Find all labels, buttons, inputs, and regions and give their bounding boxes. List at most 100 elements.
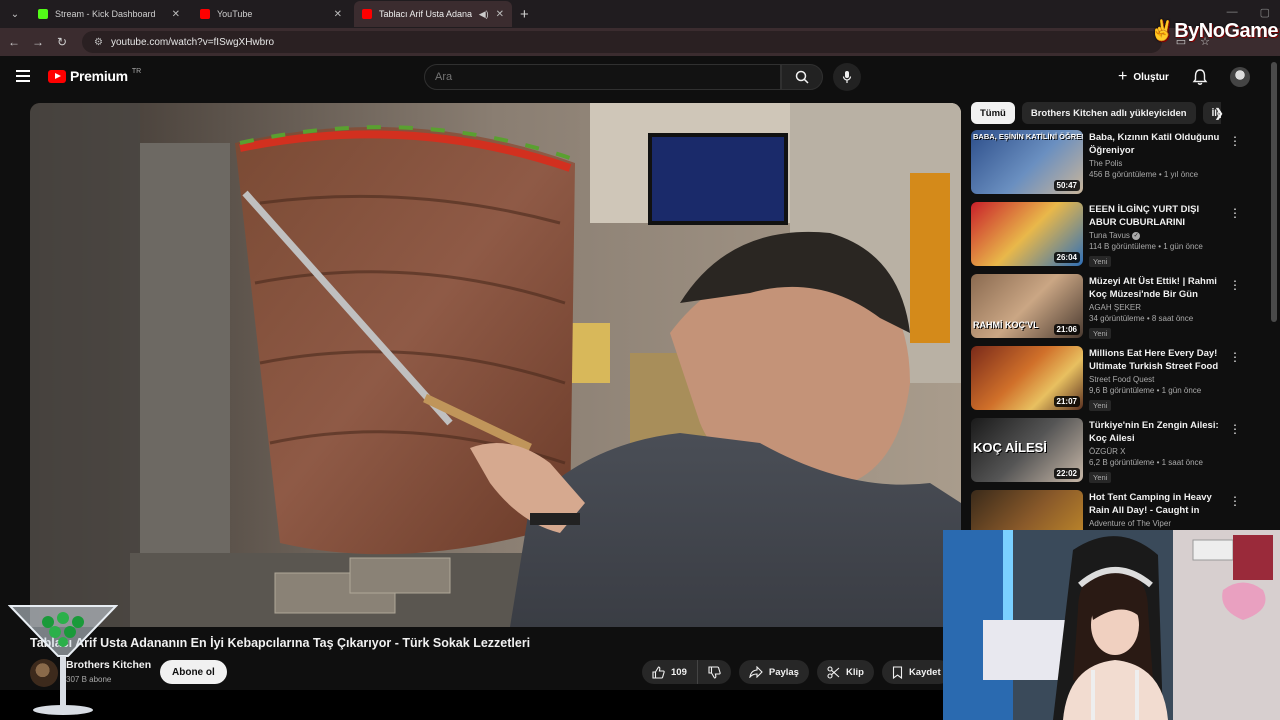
mic-icon — [842, 71, 852, 83]
cocktail-glass-overlay — [8, 605, 118, 715]
list-item[interactable]: KOÇ AİLESİ 22:02 Türkiye'nin En Zengin A… — [971, 418, 1251, 490]
duration-badge: 22:02 — [1053, 468, 1080, 479]
chevron-right-icon[interactable]: ❯ — [1214, 106, 1224, 120]
video-thumbnail[interactable]: BABA, EŞİNİN KATİLİNİ ÖĞRENİYOR 50:47 — [971, 130, 1083, 194]
video-title[interactable]: Millions Eat Here Every Day! Ultimate Tu… — [1089, 347, 1225, 373]
tab-kick-dashboard[interactable]: Stream - Kick Dashboard ✕ — [30, 1, 188, 27]
video-title[interactable]: Hot Tent Camping in Heavy Rain All Day! … — [1089, 491, 1225, 517]
video-meta: Müzeyi Alt Üst Ettik! | Rahmi Koç Müzesi… — [1089, 275, 1225, 341]
subscribe-button[interactable]: Abone ol — [160, 660, 227, 684]
video-meta: Türkiye'nin En Zengin Ailesi: Koç Ailesi… — [1089, 419, 1225, 485]
chip-from-uploader[interactable]: Brothers Kitchen adlı yükleyiciden — [1021, 102, 1196, 124]
video-stats: 456 B görüntüleme • 1 yıl önce — [1089, 170, 1199, 179]
list-item[interactable]: 21:07 Millions Eat Here Every Day! Ultim… — [971, 346, 1251, 418]
video-thumbnail[interactable]: 26:04 — [971, 202, 1083, 266]
tab-title: Stream - Kick Dashboard — [55, 9, 156, 19]
search-button[interactable] — [781, 64, 823, 90]
logo-text: Premium — [70, 68, 128, 84]
more-options-icon[interactable]: ⋮ — [1229, 422, 1241, 436]
arrow-right-icon[interactable]: → — [26, 35, 50, 49]
tab-youtube[interactable]: YouTube ✕ — [192, 1, 350, 27]
thumbnail-caption: KOÇ AİLESİ — [973, 440, 1047, 455]
video-channel[interactable]: The Polis — [1089, 159, 1225, 168]
new-tab-button[interactable]: + — [520, 6, 529, 23]
video-thumbnail[interactable]: 21:07 — [971, 346, 1083, 410]
site-info-icon[interactable]: ⚙ — [94, 37, 103, 48]
tab-current-video[interactable]: Tablacı Arif Usta Adananın E ◀) ✕ — [354, 1, 512, 27]
close-icon[interactable]: ✕ — [172, 9, 180, 20]
video-meta: Baba, Kızının Katil Olduğunu Öğreniyor T… — [1089, 131, 1225, 179]
more-options-icon[interactable]: ⋮ — [1229, 350, 1241, 364]
video-channel[interactable]: ÖZGÜR X — [1089, 447, 1225, 456]
chip-all[interactable]: Tümü — [971, 102, 1015, 124]
duration-badge: 21:07 — [1053, 396, 1080, 407]
video-thumbnail[interactable]: RAHMİ KOÇ'VL 21:06 — [971, 274, 1083, 338]
share-button[interactable]: Paylaş — [738, 660, 809, 684]
browser-tab-bar: ⌄ Stream - Kick Dashboard ✕ YouTube ✕ Ta… — [0, 0, 1280, 28]
list-item[interactable]: BABA, EŞİNİN KATİLİNİ ÖĞRENİYOR 50:47 Ba… — [971, 130, 1251, 202]
close-icon[interactable]: ✕ — [334, 9, 342, 20]
video-meta: EEEN İLGİNÇ YURT DIŞI ABUR CUBURLARINI D… — [1089, 203, 1225, 269]
video-channel[interactable]: Tuna Tavus ✓ — [1089, 231, 1225, 240]
clip-button[interactable]: Klip — [816, 660, 874, 684]
more-options-icon[interactable]: ⋮ — [1229, 278, 1241, 292]
list-item[interactable]: RAHMİ KOÇ'VL 21:06 Müzeyi Alt Üst Ettik!… — [971, 274, 1251, 346]
arrow-left-icon[interactable]: ← — [2, 35, 26, 49]
channel-name: Tuna Tavus — [1089, 231, 1130, 240]
reload-icon[interactable]: ↻ — [50, 35, 74, 49]
youtube-favicon-icon — [362, 9, 372, 19]
video-title[interactable]: EEEN İLGİNÇ YURT DIŞI ABUR CUBURLARINI D… — [1089, 203, 1225, 229]
scissors-icon — [827, 665, 840, 679]
clip-label: Klip — [845, 666, 864, 678]
share-icon — [749, 666, 763, 678]
plus-icon: + — [1118, 68, 1128, 85]
avatar[interactable] — [1230, 67, 1250, 87]
voice-search-button[interactable] — [833, 63, 861, 91]
kick-favicon-icon — [38, 9, 48, 19]
verified-icon: ✓ — [1132, 231, 1141, 240]
list-item[interactable]: 26:04 EEEN İLGİNÇ YURT DIŞI ABUR CUBURLA… — [971, 202, 1251, 274]
url-field[interactable]: ⚙ youtube.com/watch?v=fISwgXHwbro — [82, 31, 1162, 53]
filter-chips: Tümü Brothers Kitchen adlı yükleyiciden … — [971, 102, 1221, 126]
share-label: Paylaş — [768, 666, 799, 678]
thumbnail-caption: RAHMİ KOÇ'VL — [973, 320, 1039, 330]
video-meta: Hot Tent Camping in Heavy Rain All Day! … — [1089, 491, 1225, 528]
chevron-down-icon[interactable]: ⌄ — [4, 4, 26, 24]
tab-title: YouTube — [217, 9, 253, 19]
bottom-strip — [0, 690, 943, 720]
youtube-premium-logo[interactable]: Premium TR — [48, 68, 141, 84]
youtube-header: Premium TR + Oluştur — [0, 56, 1280, 100]
more-options-icon[interactable]: ⋮ — [1229, 494, 1241, 508]
video-actions: 109 Paylaş Klip Kaydet — [642, 660, 951, 684]
video-title[interactable]: Müzeyi Alt Üst Ettik! | Rahmi Koç Müzesi… — [1089, 275, 1225, 301]
duration-badge: 26:04 — [1053, 252, 1080, 263]
youtube-favicon-icon — [200, 9, 210, 19]
like-button[interactable]: 109 — [642, 660, 698, 684]
channel-row: Brothers Kitchen 307 B abone Abone ol 10… — [30, 657, 951, 689]
bell-icon[interactable] — [1192, 68, 1208, 86]
recommendations-list: BABA, EŞİNİN KATİLİNİ ÖĞRENİYOR 50:47 Ba… — [971, 130, 1251, 562]
save-button[interactable]: Kaydet — [881, 660, 951, 684]
address-bar-row: ← → ↻ ⚙ youtube.com/watch?v=fISwgXHwbro … — [0, 28, 1280, 56]
video-title[interactable]: Baba, Kızının Katil Olduğunu Öğreniyor — [1089, 131, 1225, 157]
watermark-logo: ✌ByNoGame — [1149, 20, 1279, 42]
video-title[interactable]: Türkiye'nin En Zengin Ailesi: Koç Ailesi — [1089, 419, 1225, 445]
close-icon[interactable]: ✕ — [496, 9, 504, 20]
search-input[interactable] — [424, 64, 781, 90]
create-button[interactable]: + Oluştur — [1118, 66, 1169, 88]
more-options-icon[interactable]: ⋮ — [1229, 206, 1241, 220]
search-icon — [795, 70, 809, 84]
video-channel[interactable]: Street Food Quest — [1089, 375, 1225, 384]
more-options-icon[interactable]: ⋮ — [1229, 134, 1241, 148]
url-text: youtube.com/watch?v=fISwgXHwbro — [110, 36, 275, 48]
page-scrollbar[interactable] — [1271, 62, 1277, 322]
video-channel[interactable]: AGAH ŞEKER — [1089, 303, 1225, 312]
speaker-icon[interactable]: ◀) — [479, 9, 489, 20]
menu-icon[interactable] — [16, 70, 30, 82]
dislike-button[interactable] — [697, 660, 731, 684]
video-player[interactable] — [30, 103, 961, 627]
webcam-overlay — [943, 530, 1280, 720]
video-thumbnail[interactable]: KOÇ AİLESİ 22:02 — [971, 418, 1083, 482]
thumbnail-caption: BABA, EŞİNİN KATİLİNİ ÖĞRENİYOR — [973, 132, 1083, 141]
video-channel[interactable]: Adventure of The Viper — [1089, 519, 1225, 528]
